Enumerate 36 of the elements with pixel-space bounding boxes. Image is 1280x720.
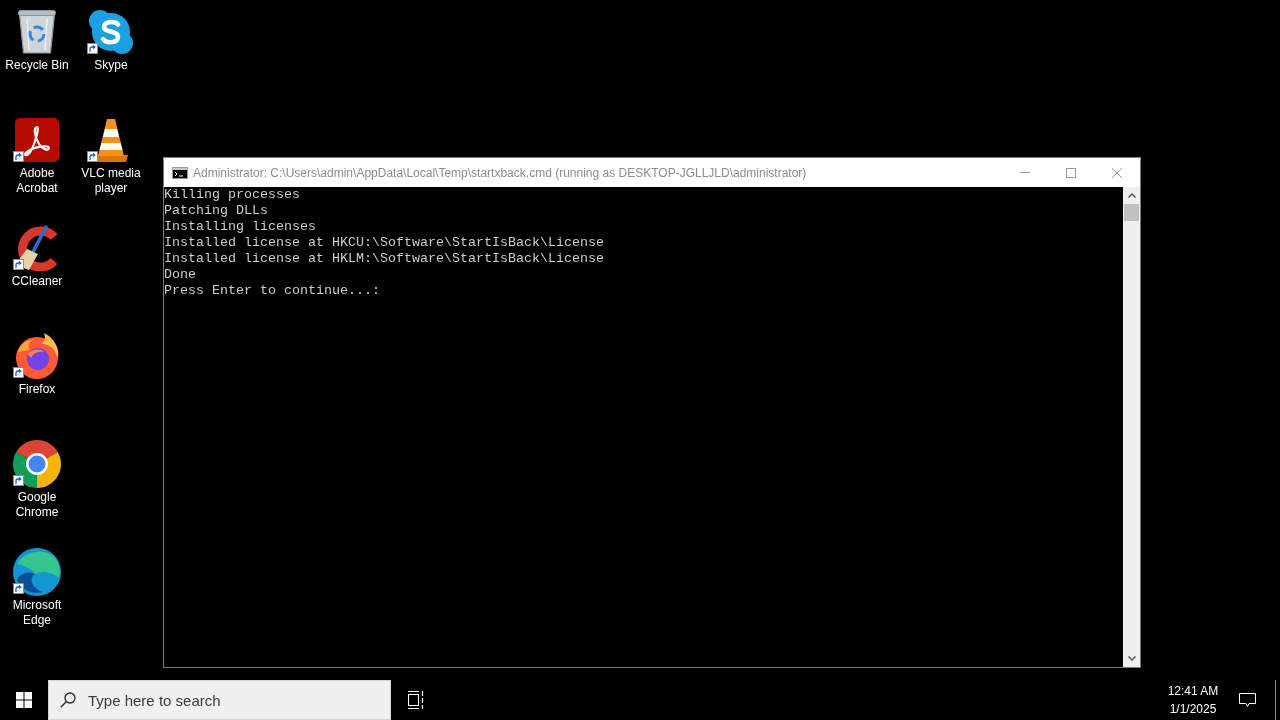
scrollbar-thumb[interactable] bbox=[1124, 204, 1139, 221]
desktop-icon-label[interactable]: VLC media player bbox=[74, 166, 148, 196]
desktop-icon-label[interactable]: Google Chrome bbox=[0, 490, 74, 520]
edge-logo-icon[interactable] bbox=[13, 548, 61, 596]
console-line: Installed license at HKCU:\Software\StartIsBack\License bbox=[164, 235, 604, 251]
console-icon bbox=[172, 166, 188, 179]
desktop-icon-label[interactable]: Skype bbox=[94, 58, 128, 73]
close-icon bbox=[1112, 167, 1122, 178]
minimize-icon bbox=[1020, 172, 1030, 173]
desktop-icon-label[interactable]: Recycle Bin bbox=[5, 58, 69, 73]
maximize-icon bbox=[1066, 167, 1076, 178]
scrollbar[interactable] bbox=[1123, 187, 1140, 667]
acrobat-logo-icon[interactable] bbox=[15, 118, 59, 162]
window-title: Administrator: C:\Users\admin\AppData\Local\Temp\startxback.cmd (running as DESKTOP-JGLLJLD\administrator) bbox=[193, 164, 807, 182]
task-view-icon bbox=[406, 691, 424, 709]
console-line: Patching DLLs bbox=[164, 203, 268, 219]
search-field[interactable]: Type here to search bbox=[48, 680, 391, 720]
desktop-icon-label[interactable]: CCleaner bbox=[11, 274, 63, 289]
skype-logo-icon[interactable] bbox=[88, 9, 134, 55]
console-line: Done bbox=[164, 267, 196, 283]
search-icon bbox=[60, 692, 76, 708]
clock-button[interactable]: 12:41 AM 1/1/2025 bbox=[1158, 680, 1228, 720]
chrome-logo-icon[interactable] bbox=[13, 440, 61, 488]
console-line: Installed license at HKLM:\Software\StartIsBack\License bbox=[164, 251, 604, 267]
console-line: Killing processes bbox=[164, 187, 300, 203]
message-icon bbox=[1238, 692, 1256, 708]
windows-logo-icon bbox=[16, 692, 32, 708]
console-line: Installing licenses bbox=[164, 219, 316, 235]
console-line: Press Enter to continue...: bbox=[164, 283, 380, 299]
caret-up-icon bbox=[1127, 193, 1136, 198]
caret-down-icon bbox=[1127, 656, 1136, 661]
firefox-logo-icon[interactable] bbox=[14, 332, 60, 380]
desktop-icon-label[interactable]: Adobe Acrobat bbox=[0, 166, 74, 196]
desktop-icon-label[interactable]: Firefox bbox=[18, 382, 56, 397]
trash-bin-icon[interactable] bbox=[18, 10, 56, 54]
desktop-icon-label[interactable]: Microsoft Edge bbox=[0, 598, 74, 628]
